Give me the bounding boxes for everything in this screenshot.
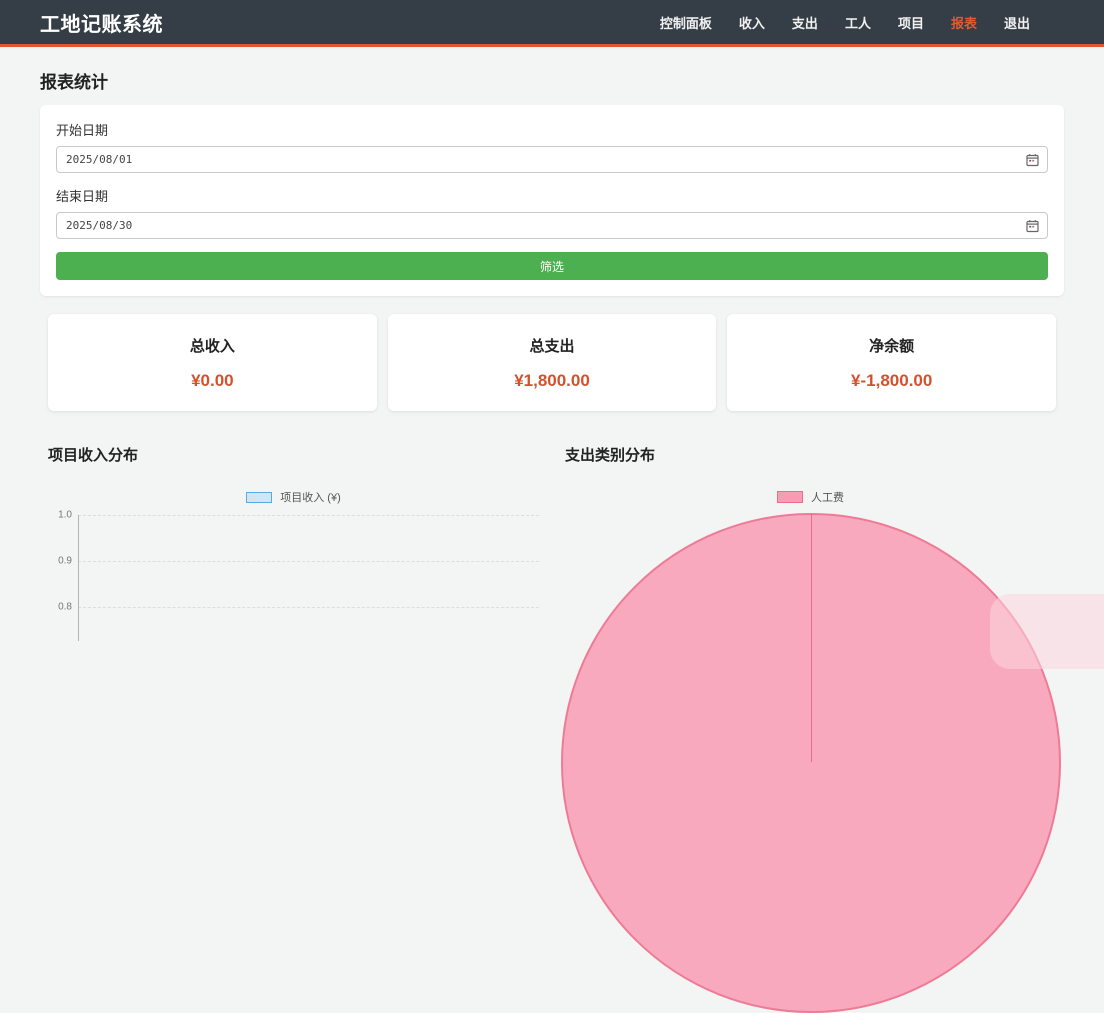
nav-item-income[interactable]: 收入: [739, 13, 765, 32]
y-tick: 0.8: [48, 602, 72, 613]
grid-line: [78, 607, 539, 608]
nav-item-workers[interactable]: 工人: [845, 13, 871, 32]
expense-chart-title: 支出类别分布: [565, 444, 1056, 465]
end-date-wrap: [56, 212, 1048, 239]
grid-line: [78, 561, 539, 562]
filter-button[interactable]: 筛选: [56, 252, 1048, 280]
charts-section: 项目收入分布 项目收入 (¥) 1.0 0.9 0.8 支出类别分布 人工费: [48, 444, 1056, 651]
stat-title: 总支出: [530, 335, 575, 356]
page: { "colors": { "header_bg": "#353e46", "a…: [0, 0, 1104, 617]
end-date-input[interactable]: [56, 212, 1048, 239]
nav-item-expense[interactable]: 支出: [792, 13, 818, 32]
pie-legend-label: 人工费: [811, 489, 844, 505]
start-date-wrap: [56, 146, 1048, 173]
stat-card-total-expense: 总支出 ¥1,800.00: [388, 314, 717, 411]
y-tick: 0.9: [48, 556, 72, 567]
stat-card-net-balance: 净余额 ¥-1,800.00: [727, 314, 1056, 411]
y-tick: 1.0: [48, 510, 72, 521]
nav-item-logout[interactable]: 退出: [1004, 13, 1030, 32]
pie-highlight: [990, 594, 1104, 669]
bar-legend-label: 项目收入 (¥): [280, 489, 341, 505]
expense-chart-section: 支出类别分布 人工费: [565, 444, 1056, 651]
pie-legend-swatch: [777, 491, 803, 503]
nav-item-projects[interactable]: 项目: [898, 13, 924, 32]
income-chart-title: 项目收入分布: [48, 444, 539, 465]
page-title: 报表统计: [40, 68, 1064, 93]
stat-value: ¥-1,800.00: [851, 371, 932, 391]
income-chart-section: 项目收入分布 项目收入 (¥) 1.0 0.9 0.8: [48, 444, 539, 651]
nav-item-reports[interactable]: 报表: [951, 13, 977, 32]
expense-chart-legend-item[interactable]: 人工费: [565, 489, 1056, 505]
app-header: 工地记账系统 控制面板 收入 支出 工人 项目 报表 退出: [0, 0, 1104, 47]
income-bar-chart: 1.0 0.9 0.8: [48, 515, 539, 641]
calendar-icon[interactable]: [1026, 219, 1039, 232]
stat-value: ¥1,800.00: [514, 371, 590, 391]
start-date-label: 开始日期: [56, 120, 1048, 139]
stat-card-total-income: 总收入 ¥0.00: [48, 314, 377, 411]
grid-line: [78, 515, 539, 516]
calendar-icon[interactable]: [1026, 153, 1039, 166]
filter-card: 开始日期 结束日期: [40, 105, 1064, 296]
expense-pie-chart: [565, 511, 1056, 651]
main-nav: 控制面板 收入 支出 工人 项目 报表 退出: [660, 13, 1030, 32]
bar-legend-swatch: [246, 492, 272, 503]
summary-cards: 总收入 ¥0.00 总支出 ¥1,800.00 净余额 ¥-1,800.00: [48, 314, 1056, 411]
start-date-input[interactable]: [56, 146, 1048, 173]
stat-value: ¥0.00: [191, 371, 234, 391]
end-date-label: 结束日期: [56, 186, 1048, 205]
income-chart-legend-item[interactable]: 项目收入 (¥): [48, 489, 539, 505]
nav-item-dashboard[interactable]: 控制面板: [660, 13, 712, 32]
stat-title: 净余额: [869, 335, 914, 356]
y-axis-line: [78, 515, 79, 641]
app-title: 工地记账系统: [40, 8, 163, 37]
pie-slice-divider: [811, 514, 812, 762]
main-content: 报表统计 开始日期 结束日期: [0, 68, 1104, 651]
stat-title: 总收入: [190, 335, 235, 356]
